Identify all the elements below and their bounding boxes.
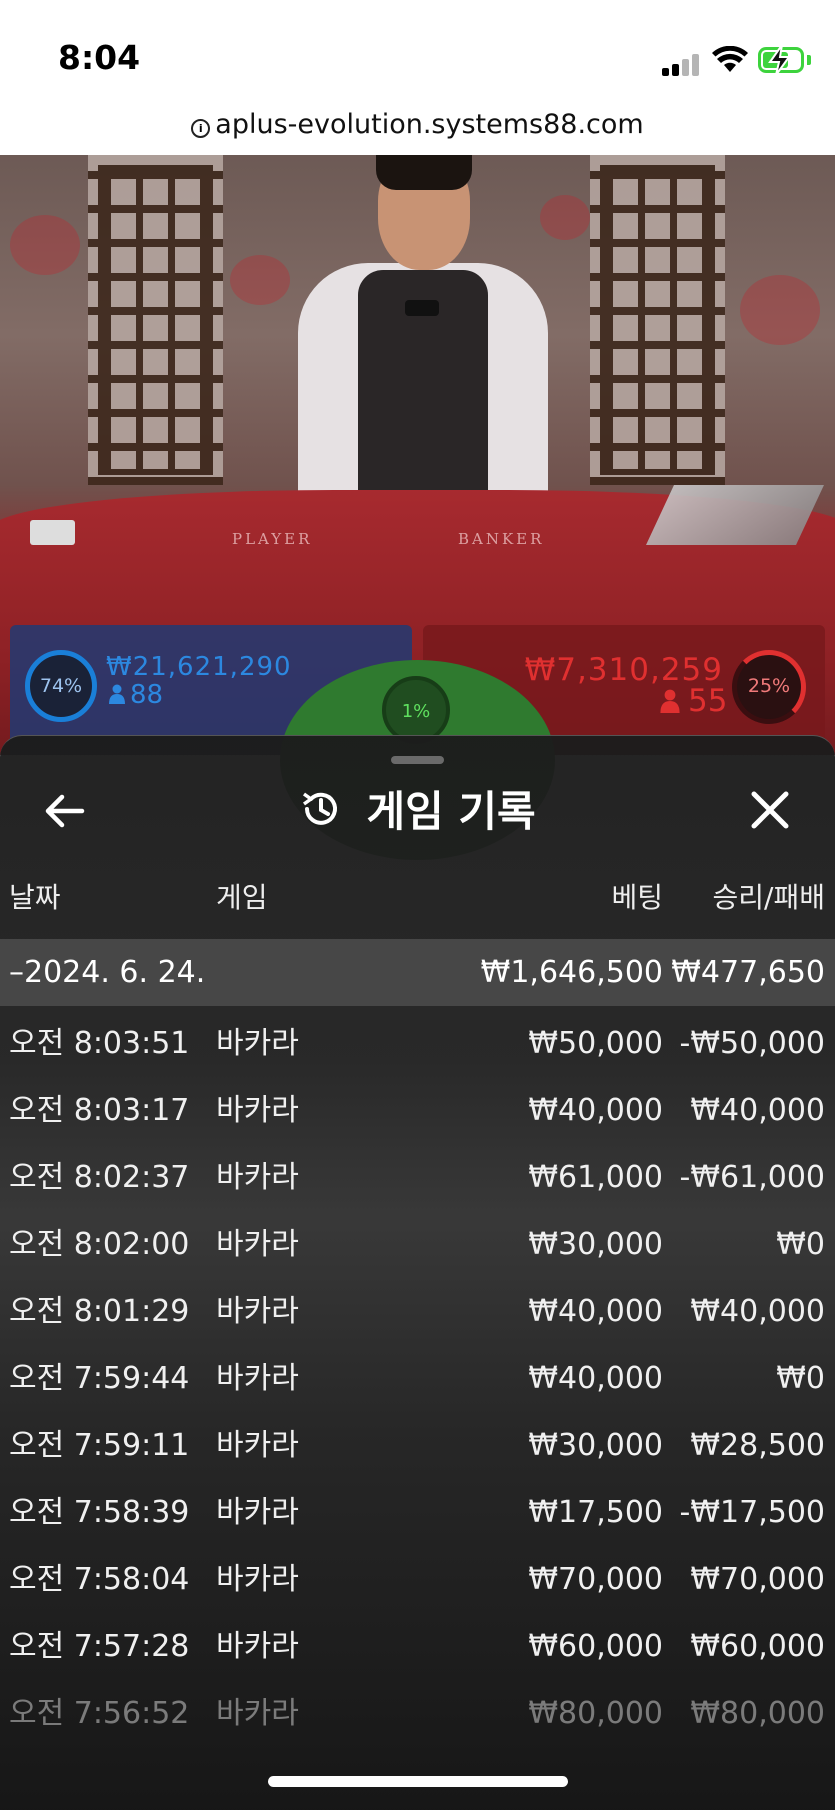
row-time: 오전 7:59:44	[9, 1361, 190, 1396]
person-icon	[660, 689, 680, 713]
row-result: -₩50,000	[679, 1026, 825, 1061]
row-time: 오전 8:03:17	[9, 1093, 190, 1128]
row-time: 오전 7:59:11	[9, 1428, 190, 1463]
url-text: aplus-evolution.systems88.com	[215, 109, 644, 140]
row-bet: ₩50,000	[528, 1026, 663, 1061]
history-row[interactable]: 오전 7:59:44 바카라 ₩40,000 ₩0	[0, 1345, 835, 1412]
row-game: 바카라	[216, 1026, 299, 1061]
felt-banker-label: BANKER	[458, 530, 545, 548]
row-result: ₩40,000	[690, 1093, 825, 1128]
history-icon	[303, 792, 338, 825]
history-list[interactable]: 오전 8:03:51 바카라 ₩50,000 -₩50,000 오전 8:03:…	[0, 1010, 835, 1747]
row-time: 오전 7:57:28	[9, 1629, 190, 1664]
row-time: 오전 7:58:04	[9, 1562, 190, 1597]
row-time: 오전 8:03:51	[9, 1026, 190, 1061]
row-game: 바카라	[216, 1227, 299, 1262]
row-time: 오전 8:02:00	[9, 1227, 190, 1262]
info-icon[interactable]: i	[191, 119, 211, 138]
row-result: ₩70,000	[690, 1562, 825, 1597]
history-row[interactable]: 오전 7:56:52 바카라 ₩80,000 ₩80,000	[0, 1680, 835, 1747]
history-row[interactable]: 오전 8:02:37 바카라 ₩61,000 -₩61,000	[0, 1144, 835, 1211]
status-bar: 8:04	[0, 0, 835, 100]
history-row[interactable]: 오전 8:02:00 바카라 ₩30,000 ₩0	[0, 1211, 835, 1278]
row-game: 바카라	[216, 1629, 299, 1664]
row-result: ₩0	[776, 1227, 825, 1262]
row-bet: ₩30,000	[528, 1227, 663, 1262]
battery-tip	[807, 55, 811, 65]
banker-bettor-count: 55	[688, 683, 728, 719]
row-bet: ₩40,000	[528, 1093, 663, 1128]
row-game: 바카라	[216, 1696, 299, 1731]
player-bet-amount: ₩21,621,290	[106, 652, 292, 682]
person-icon	[109, 684, 125, 704]
charging-bolt-icon	[768, 44, 791, 76]
tie-percent: 1%	[401, 701, 431, 722]
drag-handle[interactable]	[391, 756, 444, 764]
row-result: ₩40,000	[690, 1294, 825, 1329]
row-time: 오전 7:56:52	[9, 1696, 190, 1731]
history-row[interactable]: 오전 8:03:17 바카라 ₩40,000 ₩40,000	[0, 1077, 835, 1144]
row-result: ₩0	[776, 1361, 825, 1396]
column-header-date[interactable]: 날짜	[9, 876, 61, 916]
history-row[interactable]: 오전 7:58:04 바카라 ₩70,000 ₩70,000	[0, 1546, 835, 1613]
row-bet: ₩80,000	[528, 1696, 663, 1731]
row-result: -₩61,000	[679, 1160, 825, 1195]
date-group-label: –2024. 6. 24.	[9, 955, 206, 990]
player-percent: 74%	[39, 675, 83, 697]
row-game: 바카라	[216, 1160, 299, 1195]
home-indicator[interactable]	[268, 1776, 568, 1787]
banker-percent: 25%	[747, 675, 791, 697]
row-bet: ₩40,000	[528, 1294, 663, 1329]
history-row[interactable]: 오전 8:01:29 바카라 ₩40,000 ₩40,000	[0, 1278, 835, 1345]
wifi-icon	[712, 46, 748, 72]
row-game: 바카라	[216, 1361, 299, 1396]
player-bettor-count: 88	[130, 680, 164, 710]
cellular-signal-icon	[662, 54, 702, 76]
row-game: 바카라	[216, 1294, 299, 1329]
row-game: 바카라	[216, 1428, 299, 1463]
column-headers: 날짜 게임 베팅 승리/패배	[0, 876, 835, 926]
felt-player-label: PLAYER	[232, 530, 313, 548]
date-group-total-result: ₩477,650	[671, 955, 825, 990]
row-bet: ₩17,500	[528, 1495, 663, 1530]
row-result: ₩28,500	[690, 1428, 825, 1463]
player-percent-ring: 74%	[25, 650, 97, 722]
column-header-result[interactable]: 승리/패배	[713, 876, 825, 916]
row-result: ₩60,000	[690, 1629, 825, 1664]
close-icon[interactable]	[744, 784, 796, 836]
banker-percent-ring: 25%	[732, 650, 806, 724]
row-bet: ₩60,000	[528, 1629, 663, 1664]
sheet-title: 게임 기록	[366, 787, 536, 836]
history-row[interactable]: 오전 8:03:51 바카라 ₩50,000 -₩50,000	[0, 1010, 835, 1077]
browser-url-bar[interactable]: i aplus-evolution.systems88.com	[0, 100, 835, 155]
row-bet: ₩30,000	[528, 1428, 663, 1463]
row-time: 오전 7:58:39	[9, 1495, 190, 1530]
row-time: 오전 8:01:29	[9, 1294, 190, 1329]
column-header-bet[interactable]: 베팅	[611, 876, 663, 916]
row-game: 바카라	[216, 1495, 299, 1530]
row-result: -₩17,500	[679, 1495, 825, 1530]
row-bet: ₩61,000	[528, 1160, 663, 1195]
sheet-header: 게임 기록	[0, 778, 835, 838]
history-row[interactable]: 오전 7:57:28 바카라 ₩60,000 ₩60,000	[0, 1613, 835, 1680]
row-time: 오전 8:02:37	[9, 1160, 190, 1195]
tie-percent-ring: 1%	[382, 676, 450, 744]
row-game: 바카라	[216, 1093, 299, 1128]
date-group-row[interactable]: –2024. 6. 24. ₩1,646,500 ₩477,650	[0, 939, 835, 1006]
history-row[interactable]: 오전 7:59:11 바카라 ₩30,000 ₩28,500	[0, 1412, 835, 1479]
status-time: 8:04	[58, 38, 141, 77]
row-result: ₩80,000	[690, 1696, 825, 1731]
row-bet: ₩40,000	[528, 1361, 663, 1396]
history-row[interactable]: 오전 7:58:39 바카라 ₩17,500 -₩17,500	[0, 1479, 835, 1546]
date-group-total-bet: ₩1,646,500	[480, 955, 663, 990]
row-game: 바카라	[216, 1562, 299, 1597]
row-bet: ₩70,000	[528, 1562, 663, 1597]
column-header-game[interactable]: 게임	[216, 876, 268, 916]
game-history-sheet: 게임 기록 날짜 게임 베팅 승리/패배 –2024. 6. 24. ₩1,64…	[0, 735, 835, 1810]
